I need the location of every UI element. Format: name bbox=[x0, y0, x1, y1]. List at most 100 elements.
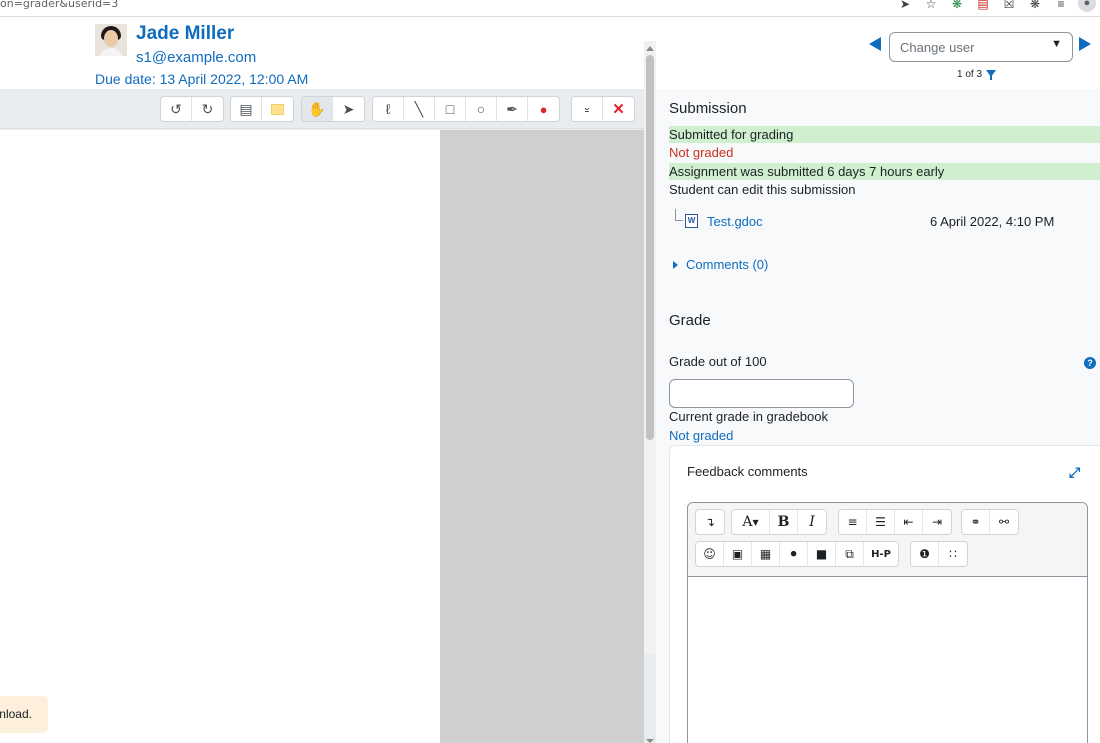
due-date: Due date: 13 April 2022, 12:00 AM bbox=[95, 71, 309, 87]
insert-group: ☺ ▣ ▦ ⚫ ■ ⧉ H-P bbox=[695, 541, 899, 567]
link-icon[interactable]: ⚭ bbox=[962, 510, 990, 534]
pen-icon[interactable]: ℓ bbox=[373, 97, 404, 121]
accessibility-checker-icon[interactable]: ❶ bbox=[911, 542, 939, 566]
h5p-icon[interactable]: H-P bbox=[864, 542, 898, 566]
list-group: ≡ ☰ ⇤ ⇥ bbox=[838, 509, 952, 535]
annotation-toolbar: ↺ ↻ ▤ ✋ ➤ ℓ ╲ □ ○ ✒ ● ⏓ ✕ bbox=[0, 89, 656, 129]
star-icon[interactable]: ☆ bbox=[918, 0, 944, 12]
file-date: 6 April 2022, 4:10 PM bbox=[930, 214, 1055, 229]
puzzle-icon[interactable]: ❋ bbox=[1022, 0, 1048, 12]
avatar[interactable] bbox=[95, 24, 127, 56]
rotate-left-icon[interactable]: ↺ bbox=[161, 97, 192, 121]
time-remaining-status: Assignment was submitted 6 days 7 hours … bbox=[669, 163, 1100, 180]
file-link[interactable]: Test.gdoc bbox=[707, 214, 763, 229]
caret-right-icon bbox=[673, 260, 678, 269]
scrollbar-thumb[interactable] bbox=[646, 55, 654, 440]
rich-text-editor: ↴ A ▼ B I ≡ ☰ ⇤ ⇥ ⚭ ⚯ ☺ ▣ ▦ ⚫ ■ ⧉ H-P ❶ … bbox=[687, 502, 1088, 743]
browser-chrome: on=grader&userid=3 ➤ ☆ ❋ ▤ ☒ ❋ ≡ ● bbox=[0, 0, 1100, 17]
document-gutter bbox=[440, 130, 644, 743]
hand-pan-icon[interactable]: ✋ bbox=[302, 97, 333, 121]
color-drop-icon[interactable]: ● bbox=[528, 97, 559, 121]
image-icon[interactable]: ▣ bbox=[724, 542, 752, 566]
accessibility-group: ❶ ∷ bbox=[910, 541, 968, 567]
drawing-group: ℓ ╲ □ ○ ✒ ● bbox=[372, 96, 560, 122]
chevron-down-icon: ▼ bbox=[1051, 38, 1062, 50]
submission-heading: Submission bbox=[669, 100, 747, 117]
change-user-placeholder: Change user bbox=[900, 40, 975, 55]
font-style-icon[interactable]: A ▼ bbox=[732, 510, 770, 534]
comments-label: Comments (0) bbox=[686, 257, 769, 272]
sticky-note-icon[interactable] bbox=[262, 97, 293, 121]
grader-header: Jade Miller s1@example.com Due date: 13 … bbox=[0, 17, 1100, 89]
gradebook-label: Current grade in gradebook bbox=[669, 409, 828, 424]
collapse-group: ↴ bbox=[695, 509, 725, 535]
change-user-select[interactable]: Change user ▼ bbox=[889, 32, 1073, 62]
reading-list-icon[interactable]: ≡ bbox=[1048, 0, 1074, 12]
delete-icon[interactable]: ✕ bbox=[603, 97, 634, 121]
bold-icon[interactable]: B bbox=[770, 510, 798, 534]
help-icon[interactable]: ? bbox=[1084, 357, 1096, 369]
indent-icon[interactable]: ⇥ bbox=[923, 510, 951, 534]
feedback-comments-panel: Feedback comments ⤢ ↴ A ▼ B I ≡ ☰ ⇤ ⇥ ⚭ … bbox=[669, 445, 1100, 743]
grade-label: Grade out of 100 bbox=[669, 354, 767, 369]
collapse-icon[interactable]: ↴ bbox=[696, 510, 724, 534]
user-pager: 1 of 3 bbox=[957, 69, 997, 80]
x-extension-icon[interactable]: ☒ bbox=[996, 0, 1022, 12]
pager-count: 1 of 3 bbox=[957, 69, 983, 80]
grade-input[interactable] bbox=[669, 379, 854, 408]
annotation-pane: ↺ ↻ ▤ ✋ ➤ ℓ ╲ □ ○ ✒ ● ⏓ ✕ bbox=[0, 89, 656, 743]
editor-toolbar: ↴ A ▼ B I ≡ ☰ ⇤ ⇥ ⚭ ⚯ ☺ ▣ ▦ ⚫ ■ ⧉ H-P ❶ … bbox=[688, 503, 1087, 577]
scroll-up-arrow-icon[interactable] bbox=[646, 46, 654, 51]
clipboard-icon[interactable]: ▤ bbox=[970, 0, 996, 12]
format-group: A ▼ B I bbox=[731, 509, 827, 535]
oval-icon[interactable]: ○ bbox=[466, 97, 497, 121]
grading-panel: Submission Submitted for grading Not gra… bbox=[656, 89, 1100, 743]
comment-icon[interactable]: ▤ bbox=[231, 97, 262, 121]
rotate-group: ↺ ↻ bbox=[160, 96, 224, 122]
media-icon[interactable]: ▦ bbox=[752, 542, 780, 566]
document-page[interactable] bbox=[0, 130, 440, 743]
stamp-icon[interactable]: ⏓ bbox=[572, 97, 603, 121]
italic-icon[interactable]: I bbox=[798, 510, 826, 534]
next-user-arrow-icon[interactable] bbox=[1079, 37, 1091, 51]
grading-status: Not graded bbox=[669, 145, 734, 160]
expand-icon[interactable]: ⤢ bbox=[1069, 464, 1080, 481]
comment-group: ▤ bbox=[230, 96, 294, 122]
user-email-link[interactable]: s1@example.com bbox=[136, 49, 256, 66]
url-fragment[interactable]: on=grader&userid=3 bbox=[0, 0, 118, 10]
filter-icon[interactable] bbox=[986, 70, 997, 80]
feedback-editor-content[interactable] bbox=[688, 577, 1087, 743]
record-audio-icon[interactable]: ⚫ bbox=[780, 542, 808, 566]
tree-connector bbox=[675, 209, 683, 221]
grade-heading: Grade bbox=[669, 312, 711, 329]
user-name-link[interactable]: Jade Miller bbox=[136, 23, 234, 45]
browser-extension-icons: ➤ ☆ ❋ ▤ ☒ ❋ ≡ ● bbox=[892, 0, 1096, 12]
feedback-title: Feedback comments bbox=[687, 464, 808, 479]
navigation-group: ✋ ➤ bbox=[301, 96, 365, 122]
select-pointer-icon[interactable]: ➤ bbox=[333, 97, 364, 121]
rectangle-icon[interactable]: □ bbox=[435, 97, 466, 121]
rotate-right-icon[interactable]: ↻ bbox=[192, 97, 223, 121]
link-group: ⚭ ⚯ bbox=[961, 509, 1019, 535]
emoji-icon[interactable]: ☺ bbox=[696, 542, 724, 566]
scroll-down-arrow-icon[interactable] bbox=[646, 739, 654, 743]
record-video-icon[interactable]: ■ bbox=[808, 542, 836, 566]
manage-files-icon[interactable]: ⧉ bbox=[836, 542, 864, 566]
line-icon[interactable]: ╲ bbox=[404, 97, 435, 121]
send-icon[interactable]: ➤ bbox=[892, 0, 918, 12]
previous-user-arrow-icon[interactable] bbox=[869, 37, 881, 51]
comments-toggle[interactable]: Comments (0) bbox=[673, 257, 768, 272]
submitted-file-row: W Test.gdoc 6 April 2022, 4:10 PM bbox=[673, 209, 1073, 231]
download-toast: nload. bbox=[0, 696, 48, 733]
unlink-icon[interactable]: ⚯ bbox=[990, 510, 1018, 534]
stamp-group: ⏓ ✕ bbox=[571, 96, 635, 122]
gradebook-value-link[interactable]: Not graded bbox=[669, 428, 733, 443]
profile-icon[interactable]: ● bbox=[1078, 0, 1096, 12]
ordered-list-icon[interactable]: ☰ bbox=[867, 510, 895, 534]
screenreader-helper-icon[interactable]: ∷ bbox=[939, 542, 967, 566]
outdent-icon[interactable]: ⇤ bbox=[895, 510, 923, 534]
highlighter-icon[interactable]: ✒ bbox=[497, 97, 528, 121]
unordered-list-icon[interactable]: ≡ bbox=[839, 510, 867, 534]
extension-green-icon[interactable]: ❋ bbox=[944, 0, 970, 12]
toast-text: nload. bbox=[0, 707, 32, 721]
